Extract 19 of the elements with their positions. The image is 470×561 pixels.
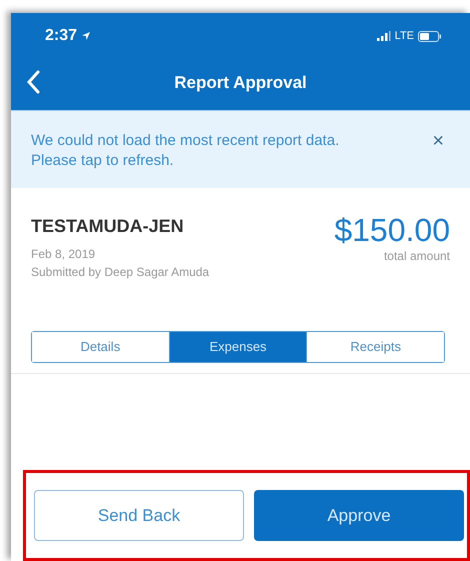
screen-title: Report Approval: [174, 72, 307, 94]
close-button[interactable]: ×: [432, 131, 444, 151]
report-date: Feb 8, 2019: [31, 246, 96, 263]
location-arrow-icon: [81, 31, 92, 41]
approve-button[interactable]: Approve: [254, 490, 464, 541]
total-amount: $150.00: [334, 213, 450, 247]
banner-message: We could not load the most recent report data. Please tap to refresh.: [31, 131, 340, 171]
status-time: 2:37: [45, 26, 78, 46]
amount-label: total amount: [384, 248, 450, 265]
signal-icon: [376, 31, 391, 41]
chevron-left-icon: [26, 70, 40, 94]
report-submitter: Submitted by Deep Sagar Amuda: [31, 264, 210, 281]
network-label: LTE: [394, 28, 414, 44]
segment-tab[interactable]: Receipts: [306, 332, 444, 362]
send-back-button[interactable]: Send Back: [34, 490, 244, 541]
report-name: TESTAMUDA-JEN: [31, 215, 185, 238]
battery-icon: [418, 30, 442, 42]
segment-tab[interactable]: Expenses: [168, 332, 306, 362]
error-banner[interactable]: We could not load the most recent report data. Please tap to refresh. ×: [11, 110, 470, 188]
